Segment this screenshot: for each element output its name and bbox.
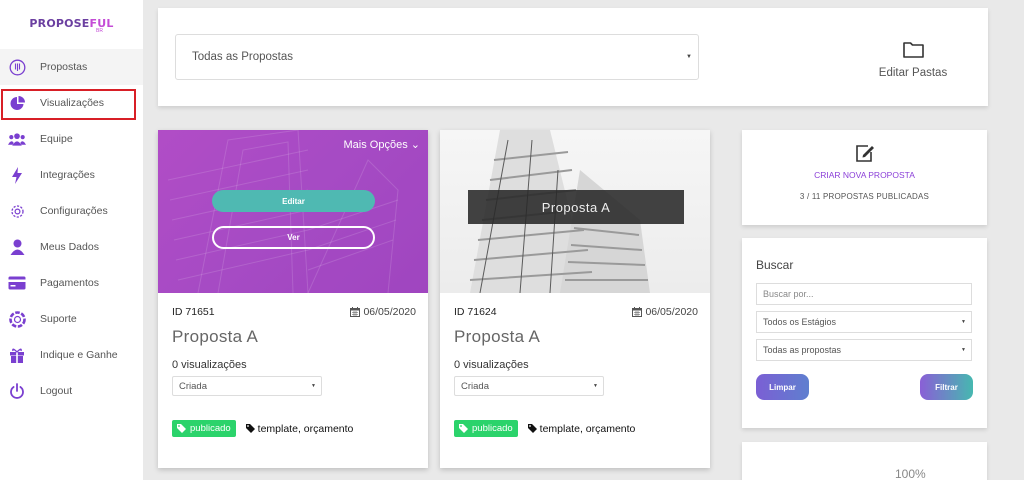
more-options-button[interactable]: Mais Opções ⌄ [344,138,420,151]
sidebar-item-suporte[interactable]: Suporte [0,301,143,337]
stats-panel: 100% [742,442,987,480]
logo-sub: BR [96,27,103,34]
filter-button[interactable]: Filtrar [920,374,973,400]
sidebar-item-equipe[interactable]: Equipe [0,121,143,157]
sidebar-item-label: Indique e Ganhe [40,349,118,361]
views-count: 0 visualizações [454,359,529,371]
power-icon [8,382,26,400]
chevron-down-icon: ▼ [686,54,692,60]
user-icon [8,238,26,256]
tag-icon [177,424,186,433]
chevron-down-icon: ▼ [961,347,966,353]
logo[interactable]: PROPOSEFUL BR [0,0,143,48]
folders-panel: Todas as Propostas ▼ Editar Pastas [158,8,988,106]
edit-button[interactable]: Editar [212,190,375,212]
proposal-date: 06/05/2020 [645,306,698,318]
card-body: ID 71651 06/05/2020 Proposta A 0 visuali… [172,306,416,437]
proposal-id: ID 71624 [454,306,497,318]
stage-select[interactable]: Criada ▼ [172,376,322,396]
lifebuoy-icon [8,310,26,328]
sidebar-item-label: Logout [40,385,73,397]
view-button[interactable]: Ver [212,226,375,249]
stage-select[interactable]: Criada ▼ [454,376,604,396]
sidebar-item-indique[interactable]: Indique e Ganhe [0,337,143,373]
sidebar-item-label: Equipe [40,133,73,145]
chevron-down-icon: ▼ [961,319,966,325]
tags-row: publicado template, orçamento [172,420,416,437]
chevron-down-icon: ⌄ [410,139,420,151]
calendar-icon [632,307,643,317]
proposal-date: 06/05/2020 [363,306,416,318]
proposal-card: Mais Opções ⌄ Editar Ver ID 71651 06/05/… [158,130,428,468]
views-count: 0 visualizações [172,359,247,371]
search-input[interactable] [756,283,972,305]
tags-list: template, orçamento [245,423,353,435]
clear-button[interactable]: Limpar [756,374,809,400]
stats-percent: 100% [895,467,926,480]
tags-row: publicado template, orçamento [454,420,698,437]
proposal-title[interactable]: Proposta A [172,327,416,347]
team-icon [8,130,26,148]
pie-chart-icon [8,94,26,112]
search-panel: Buscar Todos os Estágios ▼ Todas as prop… [742,238,987,428]
sidebar-item-pagamentos[interactable]: Pagamentos [0,265,143,301]
sidebar-item-integracoes[interactable]: Integrações [0,157,143,193]
edit-icon[interactable] [855,144,875,162]
proposals-icon [8,58,26,76]
calendar-icon [350,307,361,317]
create-proposal-panel: CRIAR NOVA PROPOSTA 3 / 11 PROPOSTAS PUB… [742,130,987,225]
card-body: ID 71624 06/05/2020 Proposta A 0 visuali… [454,306,698,437]
gear-icon [8,202,26,220]
sidebar-item-label: Propostas [40,61,88,73]
folder-select-value: Todas as Propostas [192,51,294,63]
proposal-title[interactable]: Proposta A [454,327,698,347]
proposal-id: ID 71651 [172,306,215,318]
card-cover-image: Proposta A [440,130,710,293]
edit-folders-button[interactable]: Editar Pastas [858,41,968,79]
proposals-filter-select[interactable]: Todas as propostas ▼ [756,339,972,361]
tag-icon [459,424,468,433]
chevron-down-icon: ▼ [593,383,598,389]
gift-icon [8,346,26,364]
published-count: 3 / 11 PROPOSTAS PUBLICADAS [799,192,930,201]
folder-icon [902,42,924,58]
sidebar-item-label: Visualizações [40,97,105,109]
stage-select-value: Criada [461,380,489,392]
tag-icon [527,424,537,433]
credit-card-icon [8,274,26,292]
card-overlay-title: Proposta A [468,190,684,224]
sidebar-item-label: Meus Dados [40,241,99,253]
sidebar-item-label: Pagamentos [40,277,99,289]
stage-select-value: Criada [179,380,207,392]
sidebar-item-label: Configurações [40,205,108,217]
search-title: Buscar [756,258,794,272]
chevron-down-icon: ▼ [311,383,316,389]
sidebar-item-configuracoes[interactable]: Configurações [0,193,143,229]
sidebar-item-label: Integrações [40,169,95,181]
status-badge: publicado [454,420,518,437]
sidebar-nav: Propostas Visualizações Equipe Integraçõ… [0,49,143,409]
sidebar-item-logout[interactable]: Logout [0,373,143,409]
stage-filter-select[interactable]: Todos os Estágios ▼ [756,311,972,333]
sidebar-item-meus-dados[interactable]: Meus Dados [0,229,143,265]
tags-list: template, orçamento [527,423,635,435]
sidebar-item-visualizacoes[interactable]: Visualizações [0,85,143,121]
sidebar-item-label: Suporte [40,313,77,325]
create-proposal-link[interactable]: CRIAR NOVA PROPOSTA [814,170,915,180]
edit-folders-label: Editar Pastas [878,67,948,79]
sidebar: PROPOSEFUL BR Propostas Visualizações Eq… [0,0,143,480]
folder-select[interactable]: Todas as Propostas ▼ [175,34,699,80]
proposal-card: Proposta A ID 71624 06/05/2020 Proposta … [440,130,710,468]
tag-icon [245,424,255,433]
bolt-icon [8,166,26,184]
status-badge: publicado [172,420,236,437]
card-cover-image: Mais Opções ⌄ Editar Ver [158,130,428,293]
sidebar-item-propostas[interactable]: Propostas [0,49,143,85]
